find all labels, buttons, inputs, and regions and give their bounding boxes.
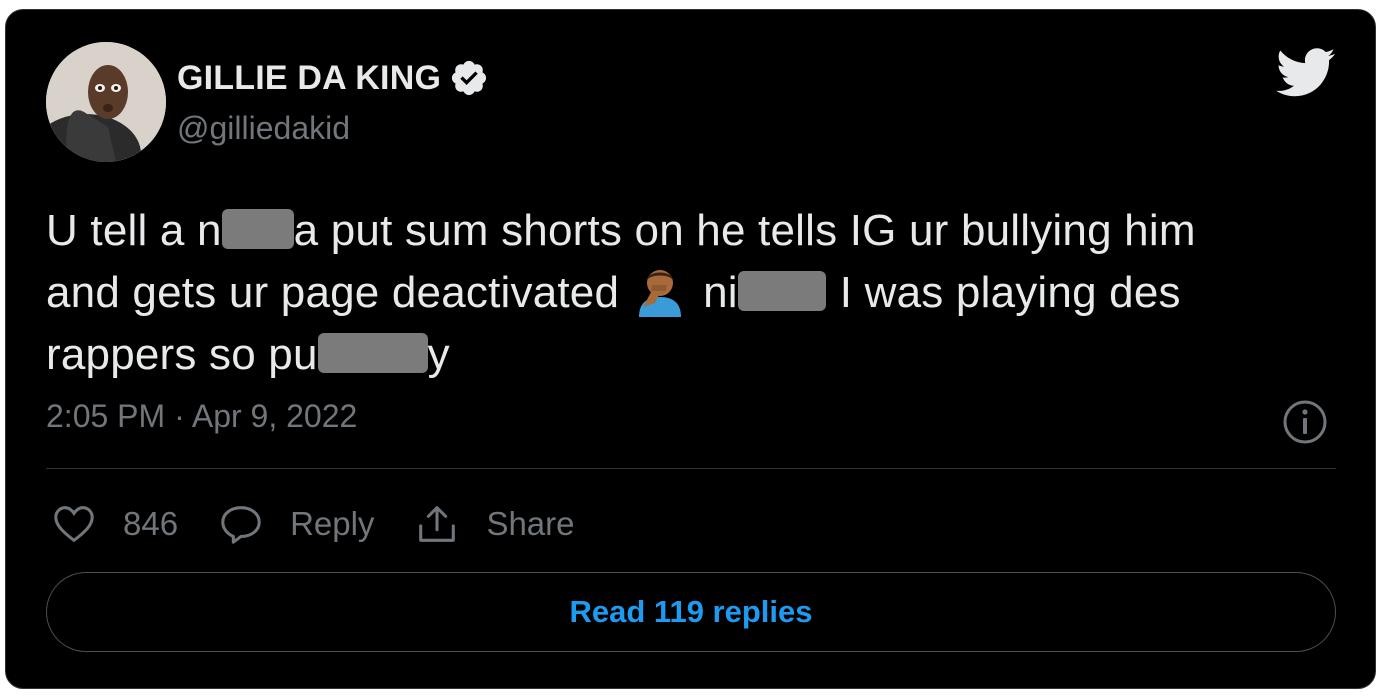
tweet-card: GILLIE DA KING @gilliedakid U tell a n a … [5,9,1376,689]
censor-block [221,209,294,250]
action-bar: 846 Reply Share [51,500,615,548]
censor-block [737,271,826,312]
reply-button[interactable]: Reply [218,501,374,547]
share-label: Share [486,505,575,542]
verified-badge-icon [449,58,489,98]
tweet-text-segment: U tell a n [46,206,222,255]
censor-block [317,333,428,374]
tweet-text-segment: I was playing des [839,268,1181,317]
tweet-text-segment: a put sum shorts on he tells IG ur bully… [293,206,1196,255]
tweet-text-segment: ni [703,268,738,317]
like-count: 846 [123,505,179,542]
tweet-timestamp[interactable]: 2:05 PM · Apr 9, 2022 [46,398,357,435]
twitter-bird-icon[interactable] [1276,48,1336,98]
avatar[interactable] [46,42,166,162]
heart-icon [54,506,94,543]
tweet-text-segment: y [427,330,450,379]
tweet-text-segment: rappers so pu [46,330,318,379]
tweet-text: U tell a n a put sum shorts on he tells I… [46,200,1346,386]
like-button[interactable]: 846 [51,501,178,547]
author-display-name[interactable]: GILLIE DA KING [177,59,441,98]
author-handle[interactable]: @gilliedakid [177,110,350,147]
tweet-text-segment: and gets ur page deactivated [46,268,620,317]
share-icon [419,506,456,542]
read-replies-button[interactable]: Read 119 replies [46,572,1336,652]
reply-label: Reply [290,505,375,542]
share-button[interactable]: Share [414,501,575,547]
author-name-row[interactable]: GILLIE DA KING [177,58,489,98]
divider [46,468,1336,469]
reply-icon [221,506,261,544]
facepalm-emoji [633,263,687,318]
info-icon[interactable] [1281,398,1329,446]
